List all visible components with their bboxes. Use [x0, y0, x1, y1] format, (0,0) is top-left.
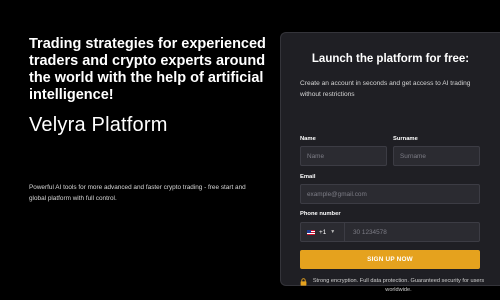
phone-label: Phone number: [300, 211, 341, 217]
us-flag-icon: [307, 229, 315, 235]
name-label: Name: [300, 136, 316, 142]
name-field[interactable]: [300, 146, 387, 166]
surname-field[interactable]: [393, 146, 480, 166]
chevron-down-icon: ▼: [330, 229, 336, 235]
sign-up-button[interactable]: SIGN UP NOW: [300, 250, 480, 269]
surname-label: Surname: [393, 136, 418, 142]
form-title: Launch the platform for free:: [311, 53, 470, 65]
phone-field-group: +1 ▼: [300, 222, 480, 242]
country-code: +1: [319, 228, 327, 236]
hero-section: Trading strategies for experienced trade…: [29, 36, 269, 137]
phone-field[interactable]: [347, 223, 479, 241]
country-code-select[interactable]: +1 ▼: [301, 223, 345, 241]
hero-description: Powerful AI tools for more advanced and …: [29, 184, 246, 202]
lock-icon: [300, 278, 307, 286]
email-label: Email: [300, 174, 316, 180]
brand-name: Velyra Platform: [29, 114, 168, 136]
signup-form: Launch the platform for free: Create an …: [280, 32, 500, 293]
security-note: Strong encryption. Full data protection.…: [312, 278, 485, 293]
email-field[interactable]: [300, 184, 480, 204]
hero-headline: Trading strategies for experienced trade…: [29, 36, 266, 103]
form-subtitle: Create an account in seconds and get acc…: [300, 80, 471, 98]
